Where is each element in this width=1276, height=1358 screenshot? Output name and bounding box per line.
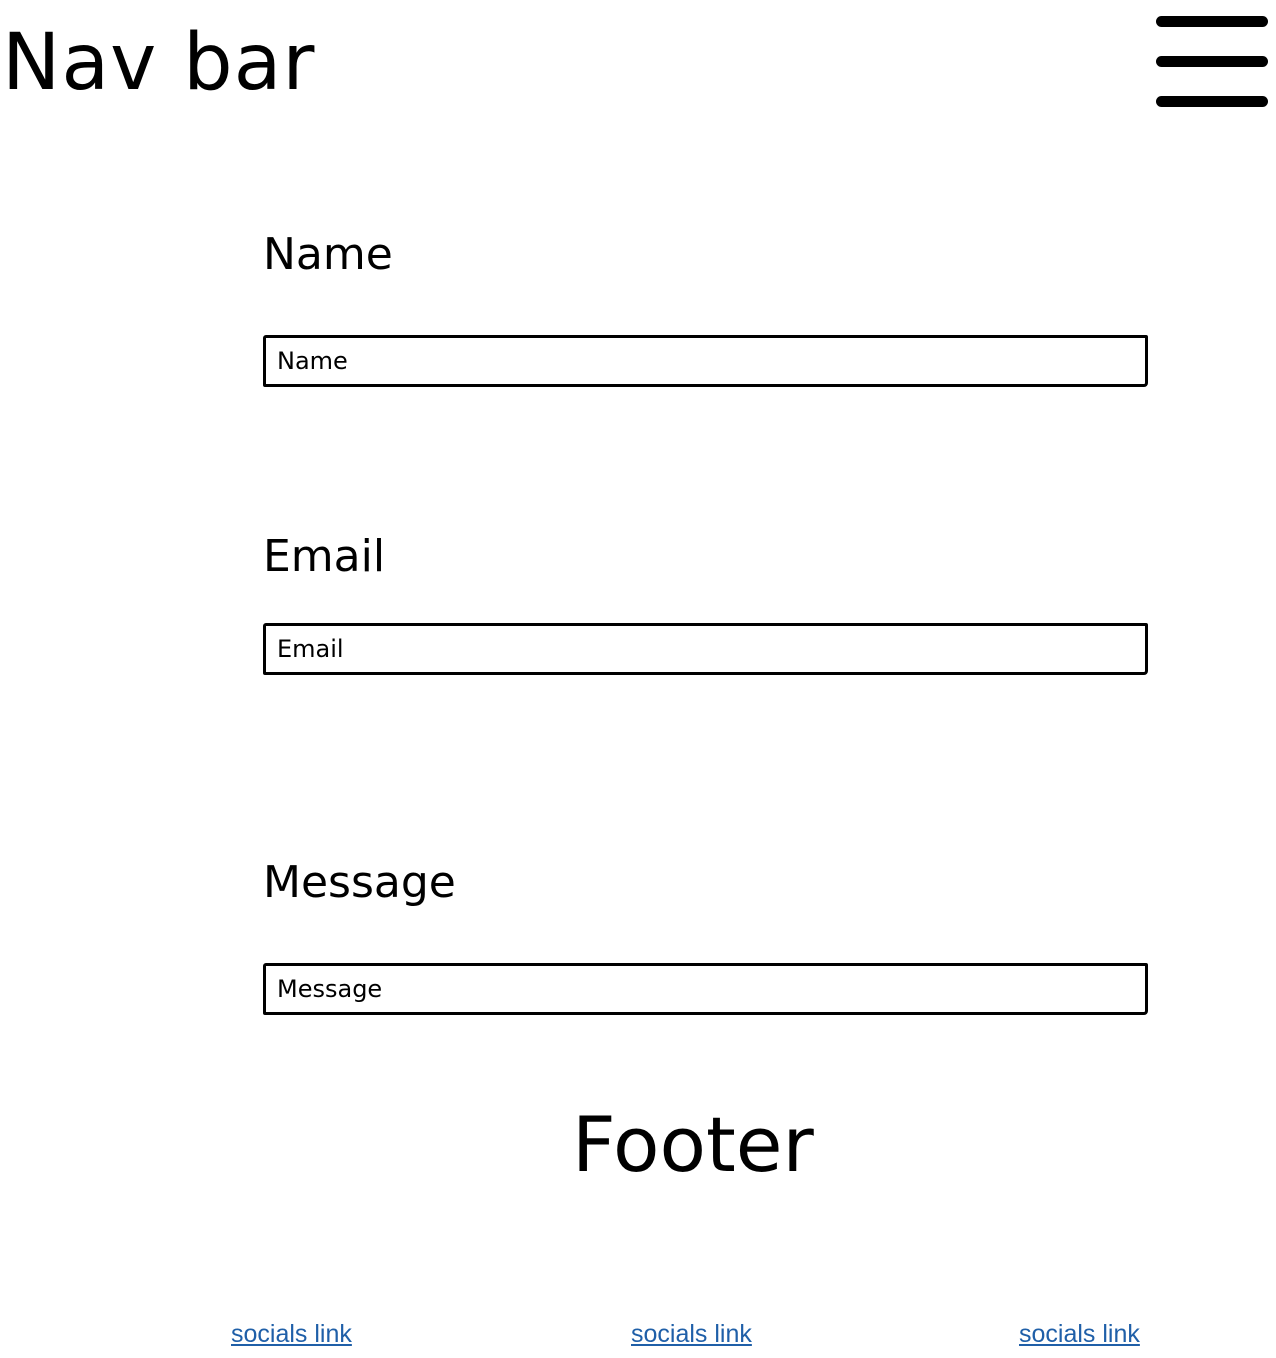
email-label: Email xyxy=(263,531,386,582)
name-field-box xyxy=(263,335,1148,387)
message-field-box xyxy=(263,963,1148,1015)
menu-bar-bottom xyxy=(1156,96,1268,107)
name-input[interactable] xyxy=(266,338,1145,384)
email-input[interactable] xyxy=(266,626,1145,672)
email-field-box xyxy=(263,623,1148,675)
nav-title: Nav bar xyxy=(2,18,316,108)
message-input[interactable] xyxy=(266,966,1145,1012)
socials-link-1[interactable]: socials link xyxy=(231,1318,352,1350)
socials-link-3[interactable]: socials link xyxy=(1019,1318,1140,1350)
menu-bar-top xyxy=(1156,16,1268,27)
footer-title: Footer xyxy=(572,1100,814,1189)
socials-link-2[interactable]: socials link xyxy=(631,1318,752,1350)
message-label: Message xyxy=(263,857,456,908)
hamburger-menu-icon[interactable] xyxy=(1154,14,1270,110)
menu-bar-middle xyxy=(1156,56,1268,67)
name-label: Name xyxy=(263,229,393,280)
